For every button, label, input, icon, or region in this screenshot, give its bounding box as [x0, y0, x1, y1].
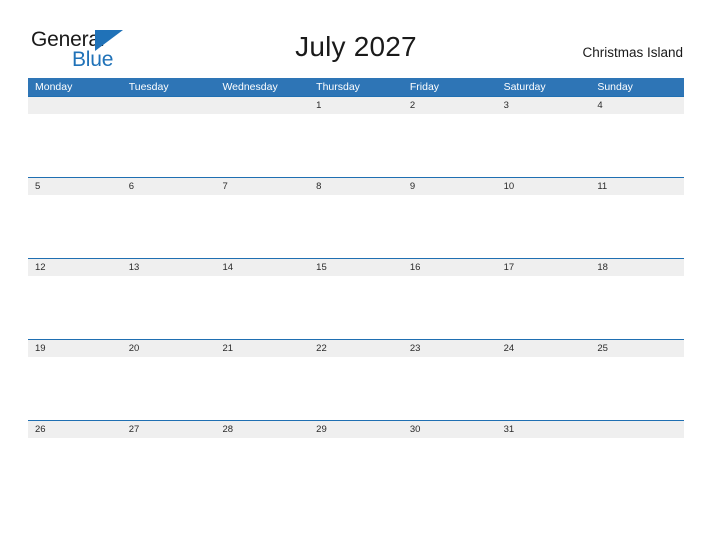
day-cell[interactable]: 7: [215, 178, 309, 195]
week-row: 5 6 7 8 9 10 11: [28, 177, 684, 258]
calendar-grid: Monday Tuesday Wednesday Thursday Friday…: [28, 78, 684, 501]
week-date-strip: 5 6 7 8 9 10 11: [28, 178, 684, 195]
day-cell[interactable]: 17: [497, 259, 591, 276]
week-date-strip: 12 13 14 15 16 17 18: [28, 259, 684, 276]
day-cell[interactable]: 2: [403, 97, 497, 114]
day-cell[interactable]: 28: [215, 421, 309, 438]
day-cell[interactable]: 22: [309, 340, 403, 357]
week-note-area[interactable]: [28, 438, 684, 500]
week-row: 26 27 28 29 30 31: [28, 420, 684, 501]
day-cell[interactable]: 26: [28, 421, 122, 438]
location-label: Christmas Island: [582, 45, 683, 60]
day-cell[interactable]: 20: [122, 340, 216, 357]
day-cell[interactable]: 21: [215, 340, 309, 357]
day-cell[interactable]: [590, 421, 684, 438]
day-cell[interactable]: 16: [403, 259, 497, 276]
day-cell[interactable]: [215, 97, 309, 114]
calendar-page: General Blue July 2027 Christmas Island …: [0, 0, 712, 550]
weekday-header-sunday: Sunday: [597, 81, 633, 93]
day-cell[interactable]: 14: [215, 259, 309, 276]
week-date-strip: 19 20 21 22 23 24 25: [28, 340, 684, 357]
week-row: 1 2 3 4: [28, 96, 684, 177]
day-cell[interactable]: 3: [497, 97, 591, 114]
day-cell[interactable]: 8: [309, 178, 403, 195]
week-date-strip: 26 27 28 29 30 31: [28, 421, 684, 438]
week-date-strip: 1 2 3 4: [28, 97, 684, 114]
weekday-header-tuesday: Tuesday: [128, 81, 169, 93]
weekday-header-thursday: Thursday: [316, 81, 360, 93]
week-note-area[interactable]: [28, 195, 684, 257]
weekday-header-saturday: Saturday: [503, 81, 546, 93]
day-cell[interactable]: 27: [122, 421, 216, 438]
day-cell[interactable]: 15: [309, 259, 403, 276]
week-note-area[interactable]: [28, 114, 684, 176]
day-cell[interactable]: [122, 97, 216, 114]
weekday-header-monday: Monday: [35, 81, 73, 93]
weekday-header-friday: Friday: [409, 81, 440, 93]
week-row: 12 13 14 15 16 17 18: [28, 258, 684, 339]
week-note-area[interactable]: [28, 276, 684, 338]
day-cell[interactable]: 30: [403, 421, 497, 438]
day-cell[interactable]: 4: [590, 97, 684, 114]
day-cell[interactable]: 25: [590, 340, 684, 357]
week-row: 19 20 21 22 23 24 25: [28, 339, 684, 420]
day-cell[interactable]: 6: [122, 178, 216, 195]
day-cell[interactable]: [28, 97, 122, 114]
day-cell[interactable]: 11: [590, 178, 684, 195]
day-cell[interactable]: 18: [590, 259, 684, 276]
day-cell[interactable]: 13: [122, 259, 216, 276]
day-cell[interactable]: 9: [403, 178, 497, 195]
weekday-header-wednesday: Wednesday: [222, 81, 278, 93]
day-cell[interactable]: 1: [309, 97, 403, 114]
day-cell[interactable]: 10: [497, 178, 591, 195]
day-cell[interactable]: 24: [497, 340, 591, 357]
week-note-area[interactable]: [28, 357, 684, 419]
page-header: General Blue July 2027 Christmas Island: [0, 0, 712, 72]
weekday-header-row: Monday Tuesday Wednesday Thursday Friday…: [28, 78, 684, 96]
day-cell[interactable]: 5: [28, 178, 122, 195]
day-cell[interactable]: 19: [28, 340, 122, 357]
day-cell[interactable]: 23: [403, 340, 497, 357]
day-cell[interactable]: 29: [309, 421, 403, 438]
day-cell[interactable]: 12: [28, 259, 122, 276]
day-cell[interactable]: 31: [497, 421, 591, 438]
